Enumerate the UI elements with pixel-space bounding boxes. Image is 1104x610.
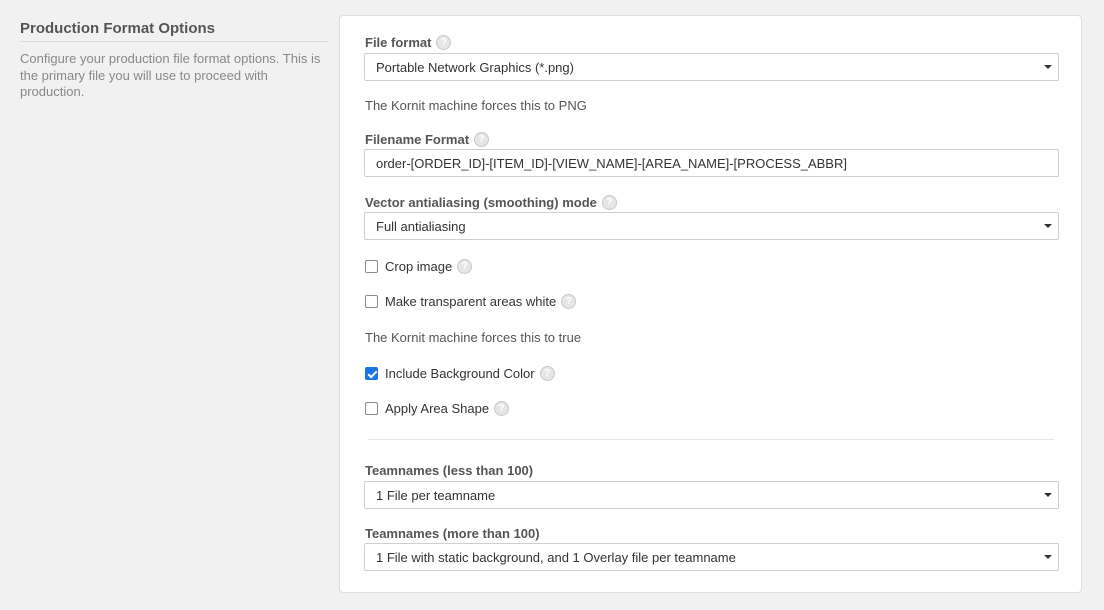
transparent-white-checkbox[interactable] — [365, 295, 378, 308]
chevron-down-icon — [1044, 65, 1052, 69]
section-description-text: Configure your production file format op… — [20, 51, 321, 99]
help-icon[interactable]: ? — [436, 35, 452, 50]
antialiasing-select[interactable]: Full antialiasing — [364, 212, 1059, 240]
teamnames-more-select[interactable]: 1 File with static background, and 1 Ove… — [364, 543, 1059, 571]
divider — [368, 439, 1054, 440]
file-format-select[interactable]: Portable Network Graphics (*.png) — [364, 53, 1059, 81]
transparent-white-note: The Kornit machine forces this to true — [365, 330, 582, 345]
chevron-down-icon — [1044, 224, 1052, 228]
chevron-down-icon — [1044, 493, 1052, 497]
antialiasing-label: Vector antialiasing (smoothing) mode ? — [365, 195, 617, 210]
section-description: Production Format Options Configure your… — [20, 20, 328, 101]
file-format-label: File format ? — [365, 35, 452, 50]
page: Production Format Options Configure your… — [0, 0, 1104, 610]
filename-format-input[interactable] — [364, 149, 1059, 177]
chevron-down-icon — [1044, 555, 1052, 559]
crop-image-checkbox[interactable] — [365, 260, 378, 273]
area-shape-checkbox[interactable] — [365, 402, 378, 415]
background-color-option: Include Background Color ? — [365, 366, 555, 381]
crop-image-option: Crop image ? — [365, 259, 473, 274]
filename-format-label: Filename Format ? — [365, 132, 490, 147]
teamnames-less-label: Teamnames (less than 100) — [365, 463, 534, 478]
background-color-checkbox[interactable] — [365, 367, 378, 380]
help-icon[interactable]: ? — [539, 366, 555, 381]
file-format-note: The Kornit machine forces this to PNG — [365, 98, 587, 113]
help-icon[interactable]: ? — [494, 401, 510, 416]
help-icon[interactable]: ? — [601, 195, 617, 210]
help-icon[interactable]: ? — [474, 132, 490, 147]
teamnames-more-label: Teamnames (more than 100) — [365, 526, 540, 541]
help-icon[interactable]: ? — [561, 294, 577, 309]
options-panel: File format ? Portable Network Graphics … — [339, 15, 1082, 593]
teamnames-less-select[interactable]: 1 File per teamname — [364, 481, 1059, 509]
transparent-white-option: Make transparent areas white ? — [365, 294, 577, 309]
area-shape-option: Apply Area Shape ? — [365, 401, 510, 416]
help-icon[interactable]: ? — [457, 259, 473, 274]
section-title: Production Format Options — [20, 20, 328, 42]
